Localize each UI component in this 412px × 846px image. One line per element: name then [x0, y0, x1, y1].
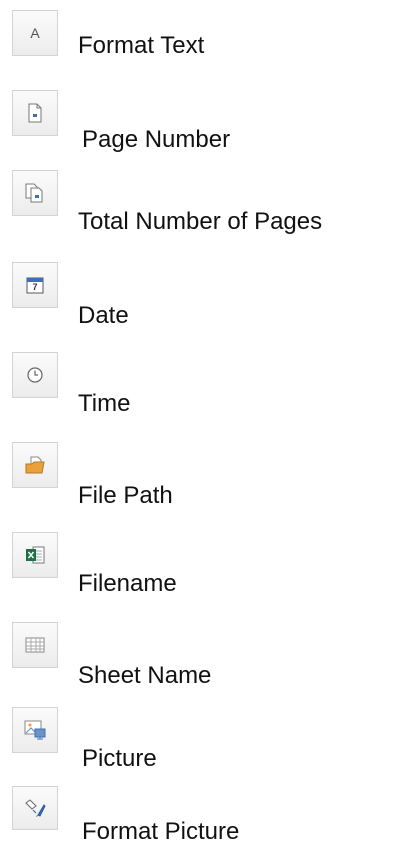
time-label: Time: [78, 390, 131, 417]
filename-item[interactable]: Filename: [0, 532, 412, 597]
format-text-icon: A: [30, 25, 40, 41]
page-number-icon: [26, 103, 44, 123]
page-number-button[interactable]: [12, 90, 58, 136]
page-number-item[interactable]: Page Number: [0, 90, 412, 153]
sheet-name-item[interactable]: Sheet Name: [0, 622, 412, 689]
total-pages-item[interactable]: Total Number of Pages: [0, 170, 412, 235]
date-item[interactable]: 7 Date: [0, 262, 412, 329]
file-path-item[interactable]: File Path: [0, 442, 412, 509]
format-text-label: Format Text: [78, 32, 205, 59]
format-text-item[interactable]: A Format Text: [0, 10, 412, 70]
format-text-button[interactable]: A: [12, 10, 58, 56]
time-item[interactable]: Time: [0, 352, 412, 417]
format-picture-item[interactable]: Format Picture: [0, 786, 412, 846]
format-picture-label: Format Picture: [82, 818, 240, 845]
picture-button[interactable]: [12, 707, 58, 753]
calendar-icon: 7: [25, 275, 45, 295]
sheet-grid-icon: [24, 635, 46, 655]
total-pages-icon: [24, 182, 46, 204]
format-picture-icon: [23, 797, 47, 819]
picture-label: Picture: [82, 745, 157, 772]
date-label: Date: [78, 302, 129, 329]
picture-icon: [23, 719, 47, 741]
format-picture-button[interactable]: [12, 786, 58, 830]
filename-label: Filename: [78, 570, 177, 597]
sheet-name-label: Sheet Name: [78, 662, 212, 689]
file-path-button[interactable]: [12, 442, 58, 488]
date-button[interactable]: 7: [12, 262, 58, 308]
excel-file-icon: [24, 545, 46, 565]
filename-button[interactable]: [12, 532, 58, 578]
sheet-name-button[interactable]: [12, 622, 58, 668]
file-path-label: File Path: [78, 482, 173, 509]
time-button[interactable]: [12, 352, 58, 398]
total-pages-label: Total Number of Pages: [78, 208, 323, 235]
folder-icon: [24, 455, 46, 475]
picture-item[interactable]: Picture: [0, 707, 412, 772]
clock-icon: [26, 366, 44, 384]
page-number-label: Page Number: [82, 126, 231, 153]
total-pages-button[interactable]: [12, 170, 58, 216]
